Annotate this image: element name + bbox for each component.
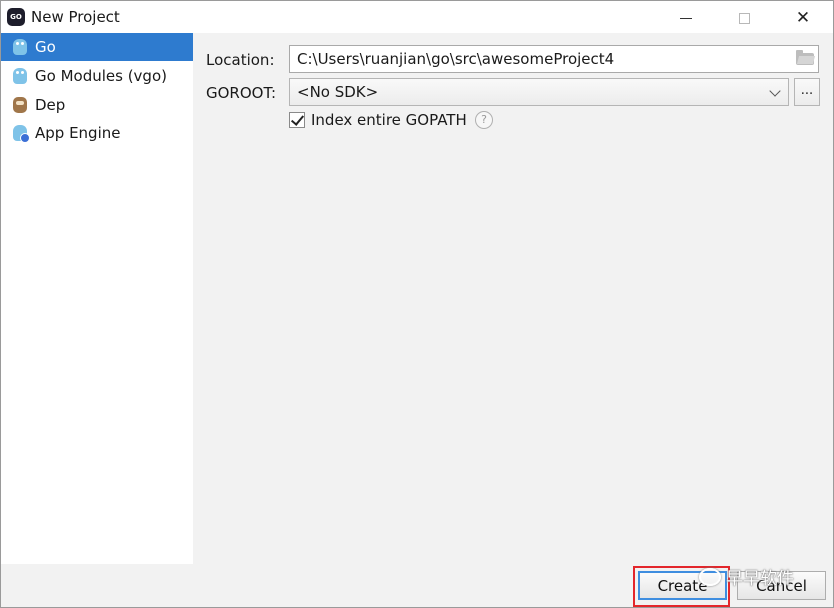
sidebar-item-label: Dep xyxy=(35,96,66,114)
goland-app-icon: GO xyxy=(5,6,27,28)
minimize-button[interactable] xyxy=(671,7,701,29)
watermark-text: 早早软件 xyxy=(726,569,794,589)
close-button[interactable]: ✕ xyxy=(788,7,818,29)
sidebar-item-app-engine[interactable]: App Engine xyxy=(1,119,193,147)
gopher-icon xyxy=(13,39,27,55)
sidebar-item-label: Go xyxy=(35,38,56,56)
dep-icon xyxy=(13,97,27,113)
watermark: 早早软件 xyxy=(699,564,794,589)
minimize-icon xyxy=(680,17,692,19)
new-project-dialog: GO New Project ✕ Go Go Modules (vgo) Dep… xyxy=(0,0,834,608)
gopher-icon xyxy=(13,68,27,84)
goroot-label: GOROOT: xyxy=(206,84,277,102)
chevron-down-icon xyxy=(769,85,781,97)
maximize-button[interactable] xyxy=(729,7,759,29)
index-gopath-checkbox[interactable] xyxy=(289,112,305,128)
sidebar-item-label: Go Modules (vgo) xyxy=(35,67,167,85)
location-label: Location: xyxy=(206,51,275,69)
folder-icon[interactable] xyxy=(796,50,814,65)
index-gopath-label: Index entire GOPATH xyxy=(311,111,467,129)
sidebar-item-go-modules[interactable]: Go Modules (vgo) xyxy=(1,62,193,90)
project-settings-panel: Location: GOROOT: <No SDK> ... Index ent… xyxy=(193,33,833,564)
location-input[interactable] xyxy=(289,45,819,73)
close-icon: ✕ xyxy=(795,8,811,28)
title-bar: GO New Project ✕ xyxy=(1,1,833,33)
window-title: New Project xyxy=(31,8,120,26)
goroot-select[interactable]: <No SDK> xyxy=(289,78,789,106)
goroot-selected-value: <No SDK> xyxy=(297,83,379,101)
project-type-sidebar: Go Go Modules (vgo) Dep App Engine xyxy=(1,33,193,564)
maximize-icon xyxy=(738,12,750,24)
help-icon[interactable]: ? xyxy=(475,111,493,129)
app-engine-icon xyxy=(13,125,30,143)
sidebar-item-dep[interactable]: Dep xyxy=(1,91,193,119)
dialog-footer: Create Cancel 早早软件 xyxy=(1,564,833,607)
wechat-icon xyxy=(699,567,721,586)
goroot-browse-button[interactable]: ... xyxy=(794,78,820,106)
sidebar-item-label: App Engine xyxy=(35,124,121,142)
sidebar-item-go[interactable]: Go xyxy=(1,33,193,61)
